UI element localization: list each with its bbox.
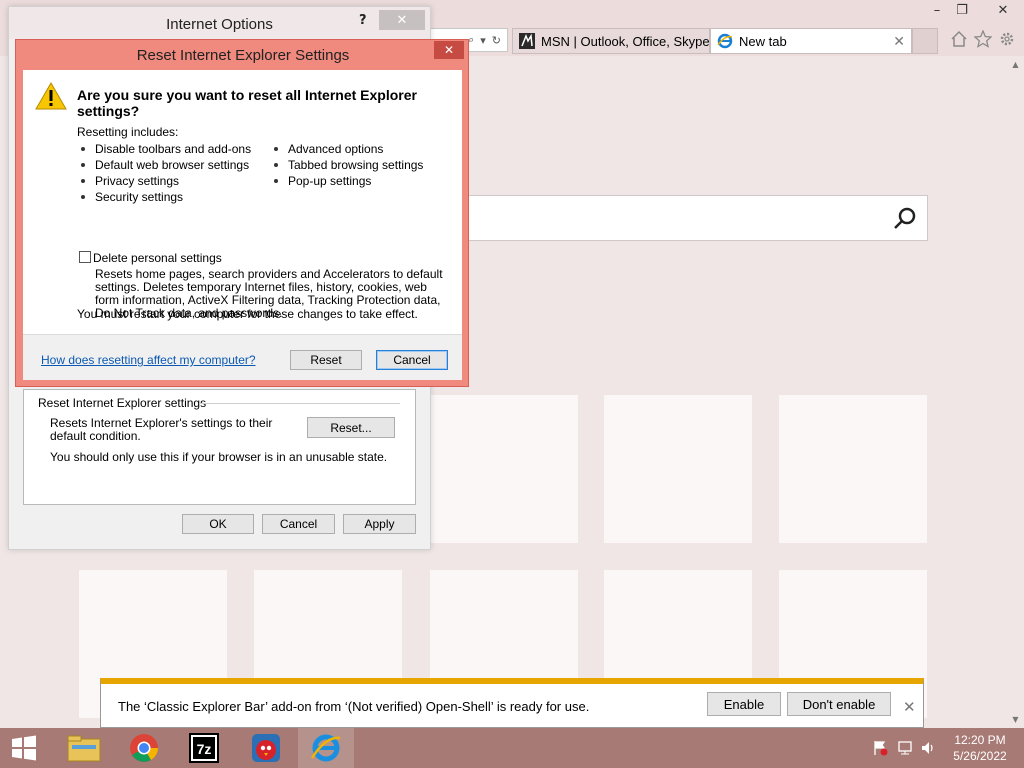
internet-explorer-icon [310, 734, 341, 762]
reset-ellipsis-button[interactable]: Reset... [307, 417, 395, 438]
divider [23, 334, 462, 335]
close-icon[interactable]: ✕ [982, 0, 1024, 20]
reset-item: Disable toolbars and add-ons [95, 142, 252, 156]
site-tile[interactable] [604, 395, 752, 543]
taskbar-file-explorer[interactable] [56, 728, 112, 768]
chrome-icon [130, 734, 158, 762]
internet-options-titlebar[interactable]: Internet Options ? ✕ [9, 7, 430, 39]
close-icon[interactable]: ✕ [434, 41, 464, 59]
reset-item: Default web browser settings [95, 158, 250, 172]
site-tile[interactable] [430, 395, 578, 543]
site-tile[interactable] [779, 395, 927, 543]
action-center-flag-icon[interactable] [872, 740, 888, 756]
help-link[interactable]: How does resetting affect my computer? [41, 353, 256, 367]
confirm-heading: Are you sure you want to reset all Inter… [77, 87, 417, 119]
page-scrollbar[interactable]: ▲ ▼ [1007, 56, 1024, 728]
bullet [274, 147, 278, 151]
checkbox-label[interactable]: Delete personal settings [93, 252, 222, 265]
bullet [81, 147, 85, 151]
group-divider [200, 403, 400, 404]
refresh-icon[interactable]: ↻ [492, 34, 501, 47]
search-icon[interactable]: ⌕ [468, 33, 474, 47]
chevron-down-icon[interactable]: ▾ [480, 34, 486, 47]
help-button[interactable]: ? [359, 13, 367, 28]
reset-note: You should only use this if your browser… [50, 450, 388, 464]
restore-icon[interactable]: ❐ [947, 0, 977, 20]
tab-label: MSN | Outlook, Office, Skype, ... [541, 33, 710, 49]
scroll-up-icon[interactable]: ▲ [1007, 56, 1024, 73]
tab-new-tab[interactable]: New tab ✕ [710, 28, 912, 54]
network-icon[interactable] [897, 740, 913, 756]
clock-date: 5/26/2022 [953, 749, 1007, 763]
restart-note: You must restart your computer for these… [77, 307, 418, 321]
warning-icon [35, 82, 67, 110]
notification-text: The ‘Classic Explorer Bar’ add-on from ‘… [118, 699, 590, 714]
group-legend: Reset Internet Explorer settings [38, 396, 207, 410]
ie-icon [717, 33, 733, 49]
bullet [81, 179, 85, 183]
close-tab-icon[interactable]: ✕ [893, 33, 905, 50]
taskbar: 7z 12:20 PM 5/26/2022 [0, 728, 1024, 768]
svg-text:7z: 7z [197, 741, 212, 757]
reset-item: Pop-up settings [288, 174, 372, 188]
enable-button[interactable]: Enable [707, 692, 781, 716]
reset-button[interactable]: Reset [290, 350, 362, 370]
clock-time: 12:20 PM [954, 733, 1006, 747]
system-clock[interactable]: 12:20 PM 5/26/2022 [940, 732, 1020, 764]
dialog-title: Internet Options [166, 16, 273, 33]
bullet [81, 163, 85, 167]
close-icon[interactable]: ✕ [379, 10, 425, 30]
bullet [274, 179, 278, 183]
reset-ie-settings-dialog: Reset Internet Explorer Settings ✕ Are y… [15, 39, 469, 387]
reset-item: Security settings [95, 190, 184, 204]
cancel-button[interactable]: Cancel [262, 514, 335, 534]
page-search-box[interactable] [440, 195, 928, 241]
new-tab-button[interactable] [912, 28, 938, 54]
reset-item: Advanced options [288, 142, 384, 156]
reset-settings-group: Reset Internet Explorer settings Resets … [23, 389, 416, 505]
tab-label: New tab [739, 33, 787, 49]
taskbar-angry-birds[interactable] [238, 728, 294, 768]
reset-item: Tabbed browsing settings [288, 158, 424, 172]
msn-icon [519, 33, 535, 49]
favorites-star-icon[interactable] [972, 28, 994, 50]
cancel-button[interactable]: Cancel [376, 350, 448, 370]
delete-personal-settings-checkbox[interactable] [79, 251, 91, 263]
reset-item: Privacy settings [95, 174, 180, 188]
windows-logo-icon [12, 735, 36, 761]
start-button[interactable] [0, 728, 48, 768]
gear-icon[interactable] [996, 28, 1018, 50]
ok-button[interactable]: OK [182, 514, 254, 534]
close-icon[interactable]: ✕ [903, 698, 916, 716]
dialog-body: Are you sure you want to reset all Inter… [23, 70, 462, 380]
angry-birds-icon [252, 734, 280, 762]
bullet [81, 195, 85, 199]
dialog-content: Are you sure you want to reset all Inter… [23, 70, 462, 334]
reset-description: Resets Internet Explorer's settings to t… [50, 416, 273, 443]
home-icon[interactable] [948, 28, 970, 50]
7zip-icon: 7z [189, 733, 219, 763]
tab-msn[interactable]: MSN | Outlook, Office, Skype, ... [512, 28, 710, 54]
includes-label: Resetting includes: [77, 125, 179, 139]
dialog-title: Reset Internet Explorer Settings [136, 47, 350, 64]
apply-button[interactable]: Apply [343, 514, 416, 534]
scroll-down-icon[interactable]: ▼ [1007, 711, 1024, 728]
folder-icon [67, 735, 101, 762]
search-icon[interactable] [893, 206, 917, 230]
dont-enable-button[interactable]: Don't enable [787, 692, 891, 716]
taskbar-7zip[interactable]: 7z [176, 728, 232, 768]
bullet [274, 163, 278, 167]
notification-bar: The ‘Classic Explorer Bar’ add-on from ‘… [100, 678, 924, 728]
taskbar-chrome[interactable] [116, 728, 172, 768]
volume-icon[interactable] [920, 740, 936, 756]
taskbar-internet-explorer[interactable] [298, 728, 354, 768]
